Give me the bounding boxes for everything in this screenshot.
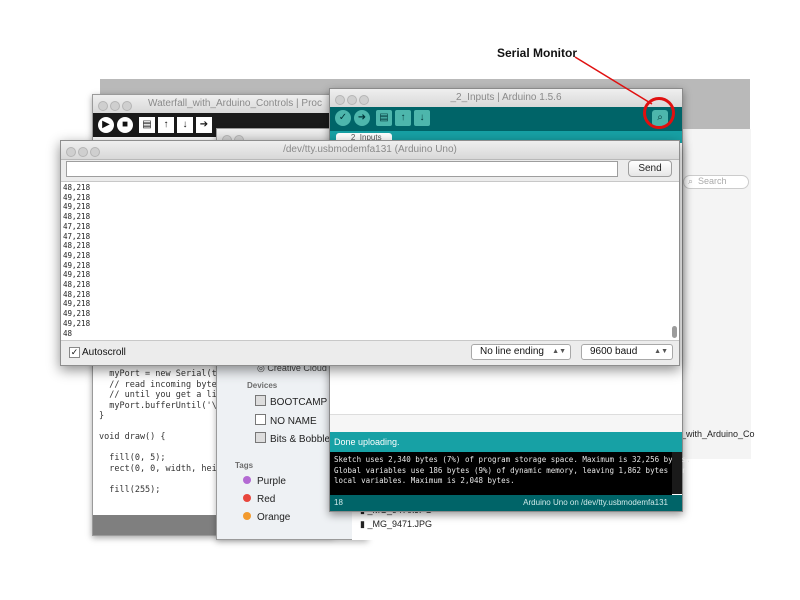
- callout-arrow: [574, 56, 653, 105]
- callout-circle: [643, 97, 675, 129]
